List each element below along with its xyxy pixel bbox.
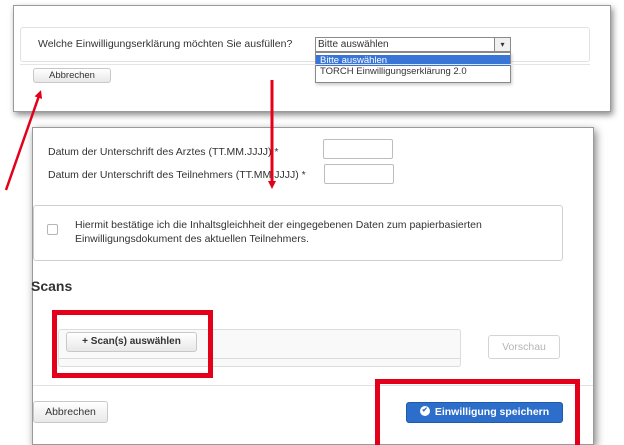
arrow-up-left (4, 90, 43, 191)
annotation-arrows (4, 80, 276, 191)
